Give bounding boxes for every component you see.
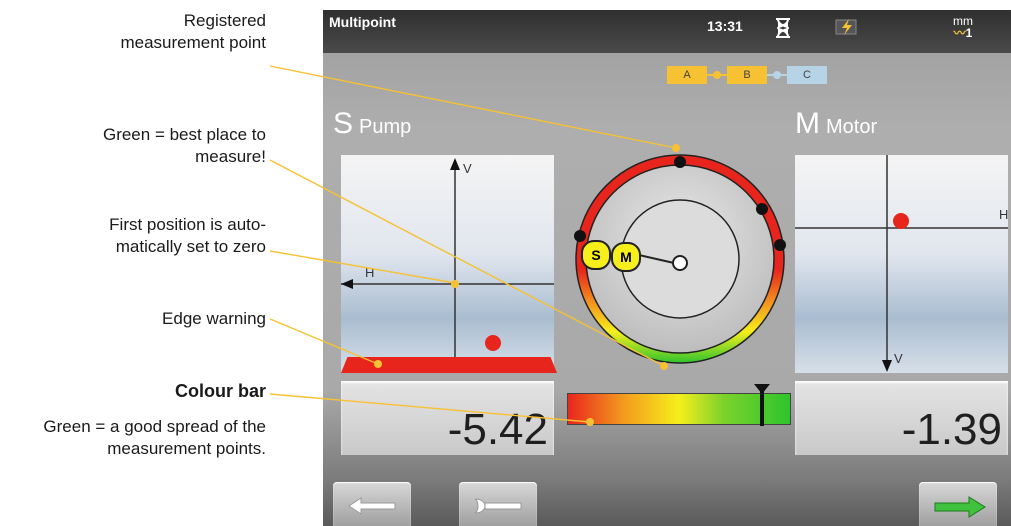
- step-c: C: [787, 66, 827, 84]
- hourglass-icon: [775, 18, 791, 43]
- pump-measurement-dot: [485, 335, 501, 351]
- annotation-first-position: First position is auto-matically set to …: [109, 215, 266, 256]
- registered-point-d: [574, 230, 586, 242]
- step-link: [767, 71, 787, 79]
- pump-h-arrow: [341, 279, 353, 289]
- pump-plot: V H: [341, 155, 554, 373]
- unit-indicator[interactable]: mm 〰1: [953, 15, 973, 39]
- edge-warning-bar: [341, 357, 557, 373]
- step-progress: A B C: [667, 65, 827, 85]
- pump-h-label: H: [365, 265, 375, 280]
- pump-v-label: V: [463, 161, 472, 176]
- sensor-s-badge: S: [581, 240, 611, 270]
- motor-v-label: V: [894, 351, 903, 366]
- dial-center: [672, 255, 688, 271]
- motor-readout: -1.39: [795, 381, 1008, 455]
- motor-letter: M: [795, 107, 820, 140]
- tools-button[interactable]: [459, 482, 537, 526]
- pump-v-arrow: [450, 158, 460, 170]
- motor-name: Motor: [826, 116, 878, 138]
- arrow-left-icon: [348, 497, 396, 515]
- next-button[interactable]: [919, 482, 997, 526]
- app-title: Multipoint: [329, 14, 396, 30]
- motor-v-arrow: [882, 360, 892, 372]
- motor-h-label: H: [999, 207, 1008, 222]
- annotation-colour-bar-desc: Green = a good spread of the measurement …: [43, 417, 266, 458]
- pump-label: S Pump: [333, 107, 411, 141]
- battery-charging-icon: [835, 18, 861, 41]
- step-b: B: [727, 66, 767, 84]
- unit-resolution-icon: 〰1: [953, 26, 973, 40]
- annotation-colour-bar-title: Colour bar: [174, 381, 266, 401]
- device-screen: Multipoint 13:31 mm 〰1 A B C S Pump V H …: [323, 10, 1011, 526]
- back-button[interactable]: [333, 482, 411, 526]
- motor-measurement-dot: [893, 213, 909, 229]
- unit-resolution-value: 1: [965, 26, 973, 40]
- pump-zero-point: [451, 280, 459, 288]
- annotation-green-best: Green = best place to measure!: [102, 125, 266, 166]
- motor-label: M Motor: [795, 107, 877, 141]
- step-link: [707, 71, 727, 79]
- annotation-registered-point: Registered measurement point: [120, 11, 266, 52]
- step-a: A: [667, 66, 707, 84]
- motor-plot: V H: [795, 155, 1008, 373]
- arrow-right-icon: [934, 496, 986, 518]
- clock: 13:31: [707, 18, 743, 34]
- pump-name: Pump: [359, 116, 412, 138]
- status-bar: Multipoint 13:31 mm 〰1: [323, 10, 1011, 53]
- colour-bar: [567, 393, 791, 425]
- colour-bar-marker: [753, 384, 770, 426]
- wrench-icon: [474, 498, 522, 514]
- pump-readout: -5.42: [341, 381, 554, 455]
- registered-point-b: [756, 203, 768, 215]
- pump-letter: S: [333, 107, 354, 140]
- annotation-edge-warning: Edge warning: [162, 309, 266, 328]
- registered-point-a: [674, 156, 686, 168]
- sensor-m-badge: M: [611, 242, 641, 272]
- registered-point-c: [774, 239, 786, 251]
